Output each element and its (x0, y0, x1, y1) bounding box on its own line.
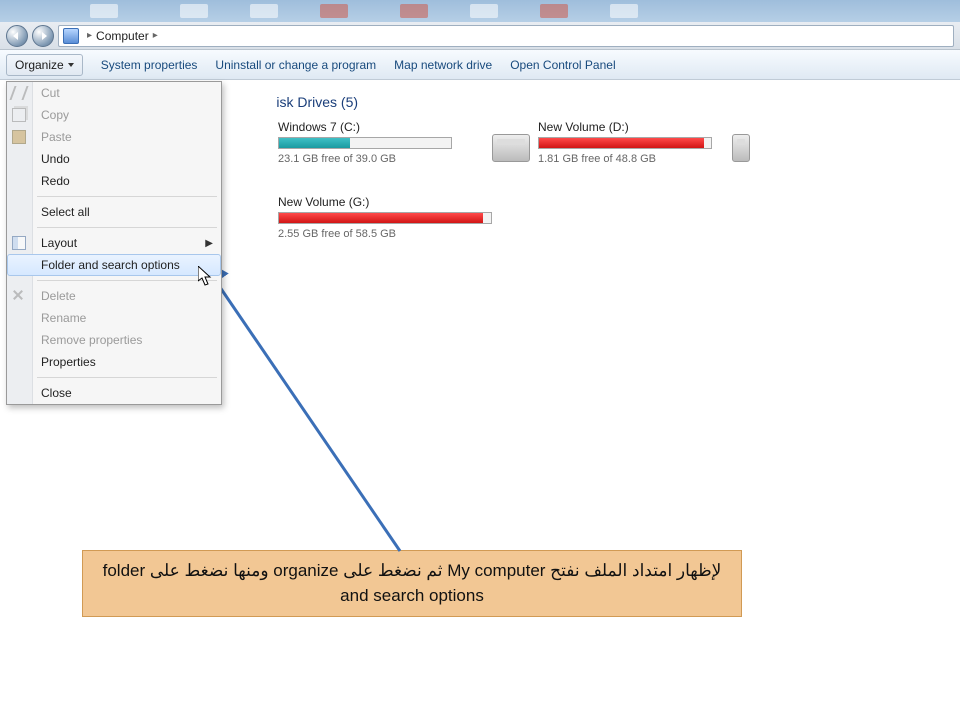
map-network-drive-button[interactable]: Map network drive (394, 58, 492, 72)
drive-label: New Volume (D:) (538, 120, 712, 134)
menu-remove-properties[interactable]: Remove properties (7, 329, 221, 351)
menu-delete[interactable]: Delete (7, 285, 221, 307)
organize-menu: Cut Copy Paste Undo Redo Select all Layo… (6, 81, 222, 405)
menu-folder-search-options[interactable]: Folder and search options (7, 254, 221, 276)
copy-icon (12, 108, 26, 122)
menu-cut[interactable]: Cut (7, 82, 221, 104)
chevron-right-icon: ▸ (87, 30, 92, 41)
menu-properties[interactable]: Properties (7, 351, 221, 373)
menu-copy[interactable]: Copy (7, 104, 221, 126)
chevron-right-icon: ▸ (153, 30, 158, 41)
submenu-arrow-icon: ▶ (205, 238, 213, 249)
instruction-callout: لإظهار امتداد الملف نفتح My computer ثم … (82, 550, 742, 617)
system-properties-button[interactable]: System properties (101, 58, 198, 72)
caret-down-icon (68, 63, 74, 67)
back-button[interactable] (6, 25, 28, 47)
menu-redo[interactable]: Redo (7, 170, 221, 192)
open-control-panel-button[interactable]: Open Control Panel (510, 58, 615, 72)
menu-separator (37, 227, 217, 228)
cut-icon (9, 86, 28, 100)
drive-extra[interactable] (732, 120, 750, 165)
explorer-toolbar: Organize System properties Uninstall or … (0, 50, 960, 80)
usage-bar (278, 137, 452, 149)
drive-label: New Volume (G:) (278, 195, 492, 209)
organize-label: Organize (15, 58, 64, 72)
menu-separator (37, 280, 217, 281)
callout-text: لإظهار امتداد الملف نفتح My computer ثم … (103, 561, 722, 605)
menu-rename[interactable]: Rename (7, 307, 221, 329)
drive-label: Windows 7 (C:) (278, 120, 452, 134)
menu-separator (37, 196, 217, 197)
menu-close[interactable]: Close (7, 382, 221, 404)
usage-bar (538, 137, 712, 149)
paste-icon (12, 130, 26, 144)
drive-g[interactable]: New Volume (G:) 2.55 GB free of 58.5 GB (232, 195, 492, 240)
drive-icon (492, 134, 530, 162)
menu-undo[interactable]: Undo (7, 148, 221, 170)
organize-button[interactable]: Organize (6, 54, 83, 76)
layout-icon (12, 236, 26, 250)
breadcrumb[interactable]: ▸ Computer ▸ (58, 25, 954, 47)
menu-separator (37, 377, 217, 378)
menu-layout[interactable]: Layout▶ (7, 232, 221, 254)
usage-bar (278, 212, 492, 224)
menu-paste[interactable]: Paste (7, 126, 221, 148)
cursor-icon (198, 266, 212, 286)
drive-free-text: 1.81 GB free of 48.8 GB (538, 153, 712, 165)
breadcrumb-item[interactable]: Computer (96, 29, 149, 43)
forward-button[interactable] (32, 25, 54, 47)
drive-free-text: 2.55 GB free of 58.5 GB (278, 228, 492, 240)
window-titlebar (0, 0, 960, 22)
menu-select-all[interactable]: Select all (7, 201, 221, 223)
drive-free-text: 23.1 GB free of 39.0 GB (278, 153, 452, 165)
computer-icon (63, 28, 79, 44)
drive-icon (732, 134, 750, 162)
uninstall-program-button[interactable]: Uninstall or change a program (215, 58, 376, 72)
drive-c[interactable]: Windows 7 (C:) 23.1 GB free of 39.0 GB (232, 120, 452, 165)
drive-d[interactable]: New Volume (D:) 1.81 GB free of 48.8 GB (492, 120, 712, 165)
navigation-bar: ▸ Computer ▸ (0, 22, 960, 50)
section-hard-disk-drives: Hard Disk Drives (5) (232, 94, 950, 110)
delete-icon (12, 289, 26, 303)
